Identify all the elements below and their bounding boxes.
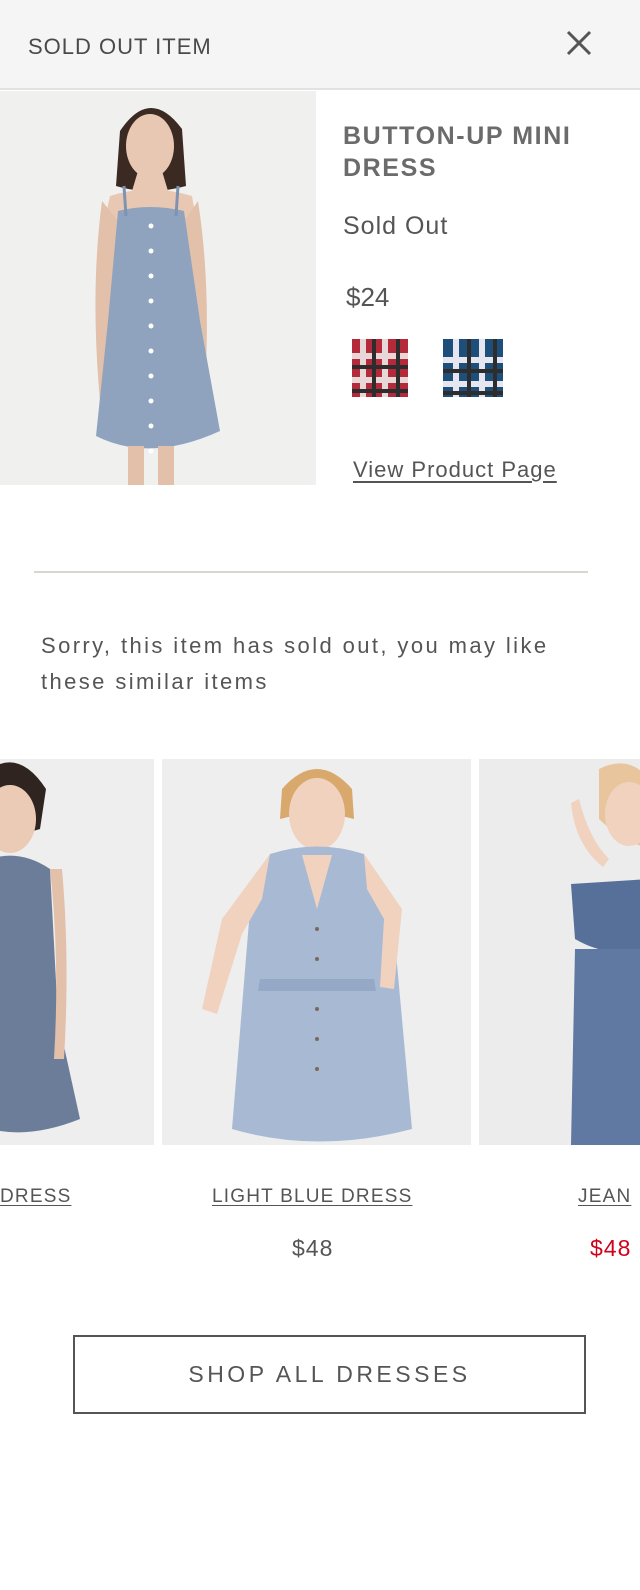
- close-button[interactable]: [558, 22, 600, 64]
- recommendation-price-2: $48: [292, 1235, 334, 1261]
- sold-out-status: Sold Out: [343, 212, 449, 240]
- product-image: [0, 91, 316, 485]
- red-plaid-swatch[interactable]: [352, 339, 408, 397]
- similar-items-message: Sorry, this item has sold out, you may l…: [41, 633, 549, 694]
- section-divider: [34, 571, 588, 573]
- shop-all-dresses-button[interactable]: SHOP ALL DRESSES: [73, 1335, 586, 1414]
- modal-header: SOLD OUT ITEM: [0, 0, 640, 90]
- product-name: BUTTON-UP MINI DRESS: [343, 122, 572, 182]
- recommendation-name-1[interactable]: DRESS: [0, 1186, 71, 1208]
- recommendation-price-3: $48: [590, 1235, 632, 1261]
- close-icon: [566, 30, 592, 56]
- view-product-page-link[interactable]: View Product Page: [353, 457, 557, 483]
- recommendation-image-1[interactable]: [0, 759, 154, 1145]
- recommendation-image-3[interactable]: [479, 759, 640, 1145]
- recommendation-image-2[interactable]: [162, 759, 471, 1145]
- recommendation-name-3[interactable]: JEAN: [578, 1186, 631, 1208]
- blue-plaid-swatch[interactable]: [443, 339, 503, 397]
- product-price: $24: [346, 282, 390, 312]
- modal-title: SOLD OUT ITEM: [28, 34, 212, 59]
- recommendation-name-2[interactable]: LIGHT BLUE DRESS: [212, 1186, 412, 1208]
